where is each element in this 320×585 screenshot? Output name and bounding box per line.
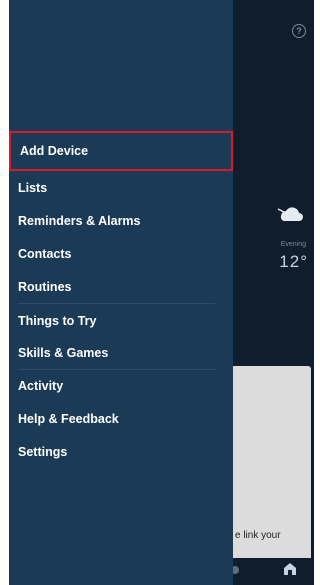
menu-item-things-to-try[interactable]: Things to Try bbox=[9, 305, 233, 337]
menu-item-skills-games[interactable]: Skills & Games bbox=[9, 337, 233, 369]
menu-item-label: Contacts bbox=[18, 247, 72, 261]
navigation-drawer: Add Device Lists Reminders & Alarms Cont… bbox=[9, 0, 233, 585]
menu-item-label: Reminders & Alarms bbox=[18, 214, 141, 228]
cloud-icon bbox=[277, 207, 303, 221]
menu-item-label: Help & Feedback bbox=[18, 412, 119, 426]
weather-temperature: 12° bbox=[279, 252, 308, 271]
menu-item-label: Add Device bbox=[20, 144, 89, 158]
card-text: e link your bbox=[235, 530, 281, 541]
menu-divider bbox=[18, 303, 215, 304]
weather-period: Evening bbox=[280, 241, 306, 248]
menu-item-help-feedback[interactable]: Help & Feedback bbox=[9, 403, 233, 435]
menu-item-activity[interactable]: Activity bbox=[9, 370, 233, 402]
phone-screen: ? Evening 12° e link your Add Device Lis… bbox=[9, 0, 314, 585]
home-icon[interactable] bbox=[283, 562, 297, 576]
menu-item-settings[interactable]: Settings bbox=[9, 436, 233, 468]
menu-item-reminders-alarms[interactable]: Reminders & Alarms bbox=[9, 205, 233, 237]
menu-item-label: Routines bbox=[18, 280, 72, 294]
menu-item-add-device[interactable]: Add Device bbox=[9, 131, 233, 171]
menu-item-label: Skills & Games bbox=[18, 346, 109, 360]
help-icon[interactable]: ? bbox=[292, 24, 306, 38]
menu-item-label: Lists bbox=[18, 181, 48, 195]
menu-item-lists[interactable]: Lists bbox=[9, 172, 233, 204]
menu-item-label: Things to Try bbox=[18, 314, 97, 328]
menu-item-contacts[interactable]: Contacts bbox=[9, 238, 233, 270]
menu-item-label: Activity bbox=[18, 379, 64, 393]
bottom-nav-bar bbox=[231, 558, 314, 585]
content-card[interactable] bbox=[231, 366, 311, 572]
menu-item-label: Settings bbox=[18, 445, 68, 459]
menu-item-routines[interactable]: Routines bbox=[9, 271, 233, 303]
